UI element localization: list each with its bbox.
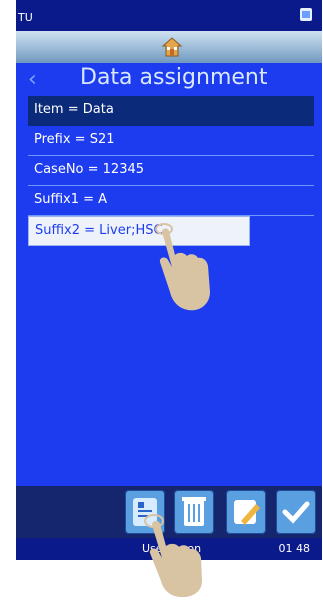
tap-hand-icon <box>154 222 214 321</box>
time-text: 01 48 <box>278 542 311 555</box>
home-icon[interactable] <box>161 36 183 58</box>
page-title: Data assignment <box>80 65 268 90</box>
list-item[interactable]: CaseNo = 12345 <box>28 156 314 186</box>
list-item-selected[interactable]: Suffix2 = Liver;HSC <box>28 216 250 246</box>
list-item[interactable]: Suffix1 = A <box>28 186 314 216</box>
page-header: ‹ Data assignment <box>16 63 322 95</box>
top-nav-bar <box>16 31 322 63</box>
list-header: Item = Data <box>28 96 314 126</box>
confirm-button[interactable] <box>276 490 316 534</box>
network-icon <box>298 5 316 25</box>
status-text: TU <box>18 11 33 24</box>
list-item[interactable]: Prefix = S21 <box>28 126 314 156</box>
tap-hand-icon <box>142 513 212 602</box>
edit-button[interactable] <box>226 490 266 534</box>
status-bar: TU <box>16 0 322 31</box>
chevron-left-icon[interactable]: ‹ <box>28 67 37 92</box>
